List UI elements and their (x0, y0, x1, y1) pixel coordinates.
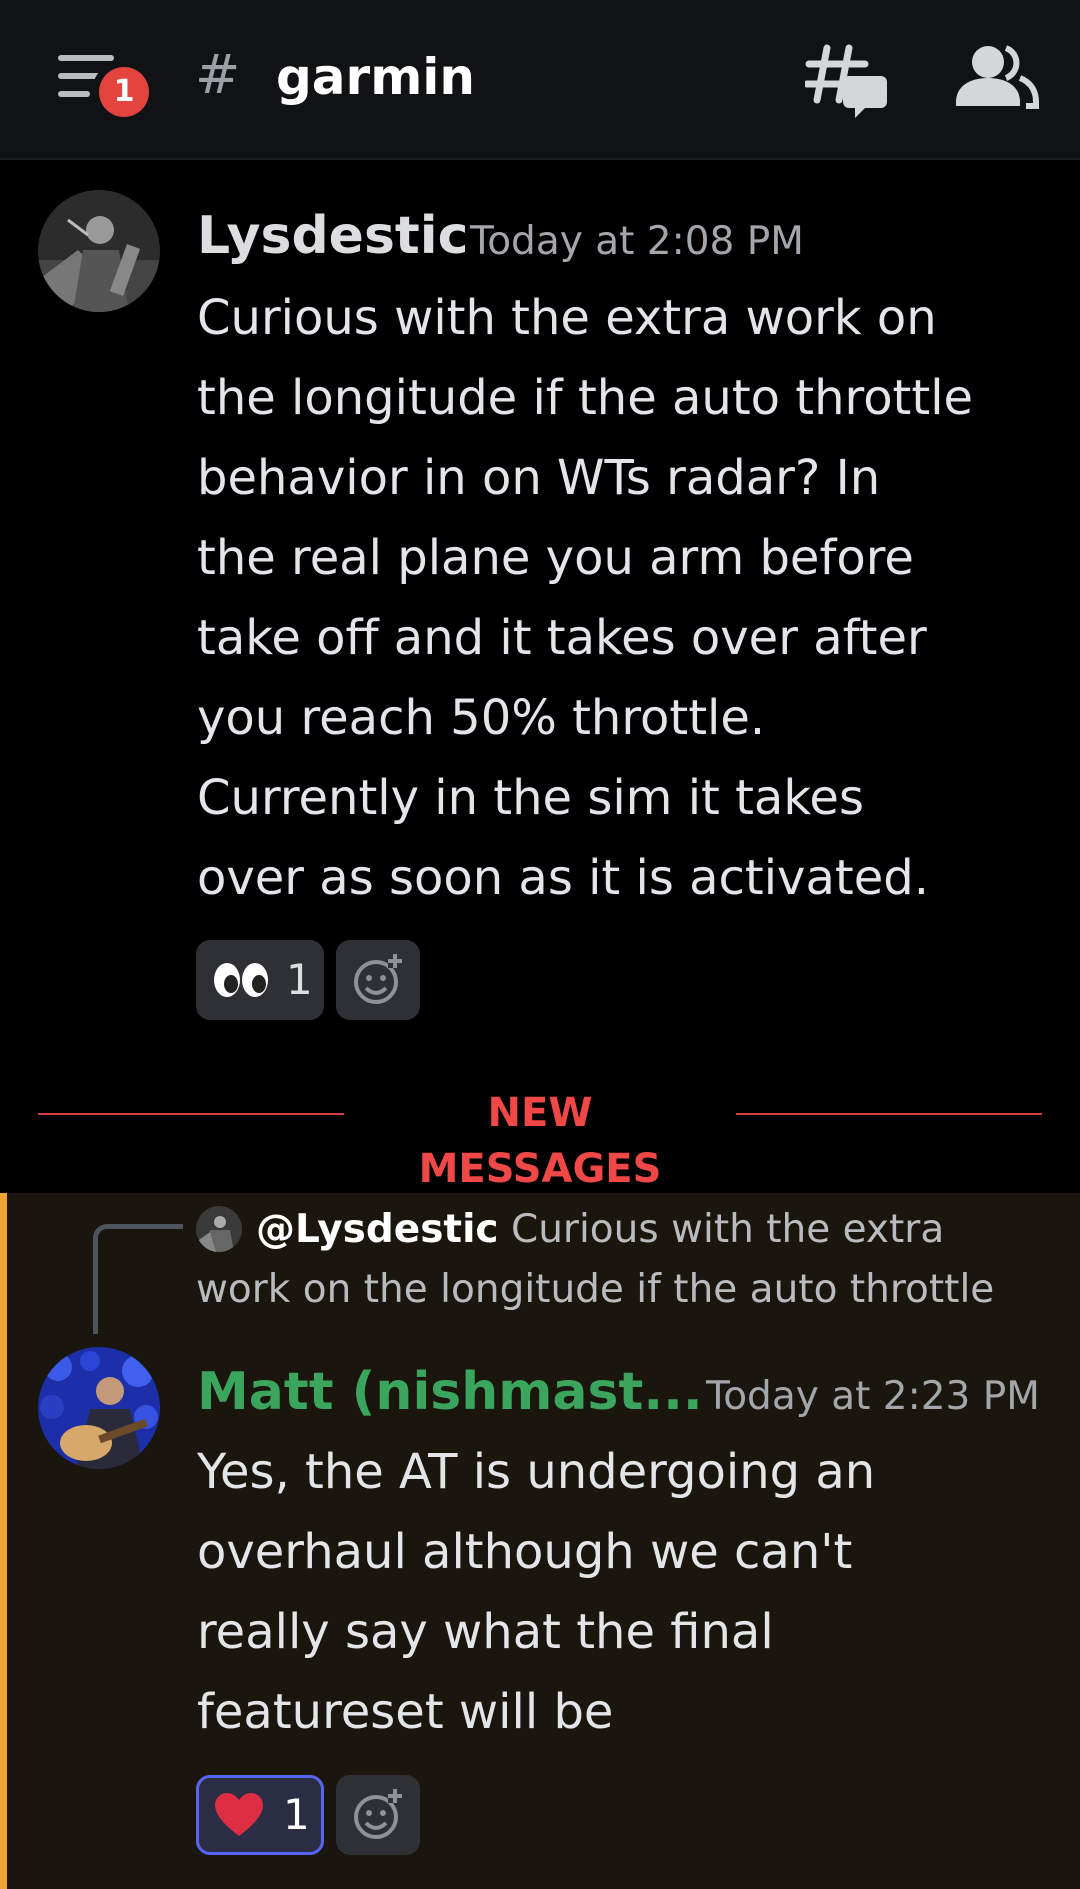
members-button[interactable] (950, 40, 1040, 120)
reaction-count: 1 (283, 1790, 310, 1839)
eyes-icon (214, 963, 268, 997)
avatar[interactable] (38, 1347, 160, 1469)
badge-count: 1 (99, 67, 149, 117)
add-emoji-icon (354, 1789, 402, 1839)
divider-line-right (736, 1113, 1042, 1115)
reaction-count: 1 (286, 955, 313, 1004)
mention-bar (0, 1193, 7, 1889)
new-messages-divider: NEW MESSAGES (418, 1090, 662, 1192)
message-body: Yes, the AT is undergoing an overhaul al… (197, 1444, 876, 1740)
reply-preview[interactable]: @Lysdestic Curious with the extra work o… (196, 1200, 1036, 1320)
add-reaction-button[interactable] (336, 1775, 420, 1855)
heart-icon (215, 1793, 263, 1836)
reaction-eyes[interactable]: 1 (196, 940, 324, 1020)
message-timestamp: Today at 2:08 PM (470, 219, 804, 264)
reply-author[interactable]: @Lysdestic (256, 1207, 499, 1252)
message-author[interactable]: Matt (nishmast... (197, 1358, 703, 1426)
message-author[interactable]: Lysdestic (197, 202, 468, 270)
add-emoji-icon (354, 954, 402, 1004)
avatar[interactable] (38, 190, 160, 312)
members-icon (956, 45, 1039, 109)
message-timestamp: Today at 2:23 PM (706, 1374, 1040, 1419)
divider-line-left (38, 1113, 344, 1115)
message-body: Curious with the extra work on the longi… (197, 290, 974, 906)
threads-icon (803, 44, 887, 118)
channel-hash-icon: # (195, 43, 241, 106)
channel-header: 1 # garmin (0, 0, 1080, 160)
notification-badge: 1 (92, 60, 156, 124)
threads-button[interactable] (803, 40, 905, 120)
reaction-heart[interactable]: 1 (196, 1775, 324, 1855)
reply-connector (93, 1224, 183, 1334)
add-reaction-button[interactable] (336, 940, 420, 1020)
channel-name[interactable]: garmin (276, 42, 475, 112)
user-avatar-icon (38, 1347, 160, 1469)
user-avatar-icon (38, 190, 160, 312)
